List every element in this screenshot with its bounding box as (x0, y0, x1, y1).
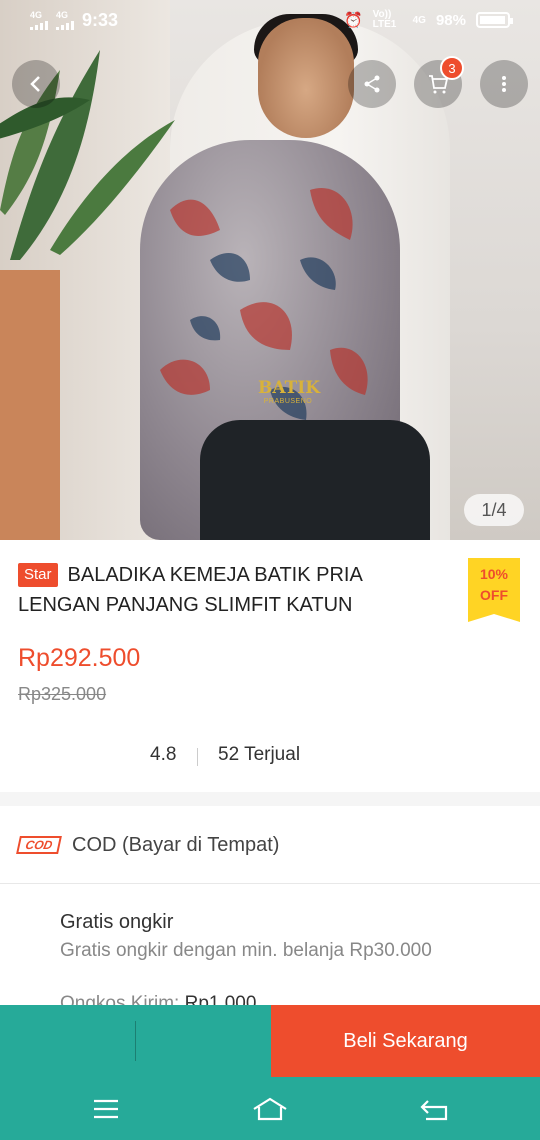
more-button[interactable] (480, 60, 528, 108)
menu-icon[interactable] (86, 1095, 126, 1123)
buy-now-button[interactable]: Beli Sekarang (271, 1005, 540, 1077)
shipping-description: Gratis ongkir dengan min. belanja Rp30.0… (60, 940, 432, 961)
discount-percent: 10% (479, 566, 509, 582)
star-seller-tag: Star (18, 563, 58, 587)
volte-label: Vo)) LTE1 (372, 9, 397, 30)
home-icon[interactable] (250, 1095, 290, 1123)
discount-badge: 10% OFF (468, 558, 520, 622)
product-title-block: Star BALADIKA KEMEJA BATIK PRIA LENGAN PA… (18, 560, 448, 620)
discount-off-label: OFF (480, 587, 508, 603)
add-to-cart-button[interactable] (136, 1005, 271, 1077)
chat-button[interactable] (0, 1005, 135, 1077)
shipping-cost: Ongkos Kirim: Rp1.000 (60, 993, 256, 1005)
brand-watermark: BATIK PRABUSENO (258, 378, 321, 458)
shipping-cost-value: Rp1.000 (184, 993, 257, 1005)
battery-icon (476, 12, 513, 28)
rating-value[interactable]: 4.8 (150, 744, 176, 766)
cod-row[interactable]: COD COD (Bayar di Tempat) (0, 806, 540, 884)
shipping-title: Gratis ongkir (60, 911, 174, 933)
signal-icon (30, 20, 48, 30)
back-button[interactable] (12, 60, 60, 108)
system-nav-bar (0, 1077, 540, 1140)
clock: 9:33 (82, 10, 119, 30)
network-label-3: 4G (412, 14, 426, 26)
back-icon (30, 76, 40, 92)
shipping-section[interactable]: Gratis ongkir Gratis ongkir dengan min. … (0, 885, 540, 1005)
share-icon (364, 75, 380, 93)
secondary-actions (0, 1005, 271, 1077)
product-title: BALADIKA KEMEJA BATIK PRIA LENGAN PANJAN… (18, 564, 362, 616)
network-indicator-1: 4G (30, 11, 48, 30)
product-info: Star BALADIKA KEMEJA BATIK PRIA LENGAN PA… (0, 540, 540, 792)
more-icon (502, 76, 506, 92)
section-divider (0, 792, 540, 806)
battery-fill (480, 16, 505, 24)
network-indicator-2: 4G (56, 11, 74, 30)
watermark-sub: PRABUSENO (263, 398, 313, 405)
bottom-action-bar: Beli Sekarang (0, 1005, 540, 1077)
watermark-main: BATIK (258, 378, 321, 398)
background-shelf (0, 270, 60, 540)
sold-count: 52 Terjual (218, 744, 301, 765)
cod-icon-text: COD (24, 838, 54, 852)
shipping-cost-label: Ongkos Kirim: (60, 993, 180, 1005)
cod-icon: COD (16, 836, 62, 854)
cart-count-badge: 3 (440, 56, 464, 80)
signal-icon (56, 20, 74, 30)
network-label-1: 4G (30, 10, 43, 20)
original-price: Rp325.000 (18, 684, 107, 704)
battery-percent: 98% (435, 11, 466, 29)
share-button[interactable] (348, 60, 396, 108)
cod-label: COD (Bayar di Tempat) (72, 834, 280, 856)
network-label-2: 4G (56, 10, 69, 20)
stats-divider (197, 748, 198, 766)
current-price: Rp292.500 (18, 644, 141, 672)
product-stats: 4.8 52 Terjual (0, 744, 540, 774)
alarm-icon: ⏰ (343, 12, 363, 29)
status-bar: 4G 4G 9:33 ⏰ Vo)) LTE1 4G 98% (0, 0, 540, 42)
image-counter: 1/4 (464, 494, 524, 526)
return-icon[interactable] (414, 1095, 454, 1123)
cart-button[interactable]: 3 (414, 56, 464, 108)
